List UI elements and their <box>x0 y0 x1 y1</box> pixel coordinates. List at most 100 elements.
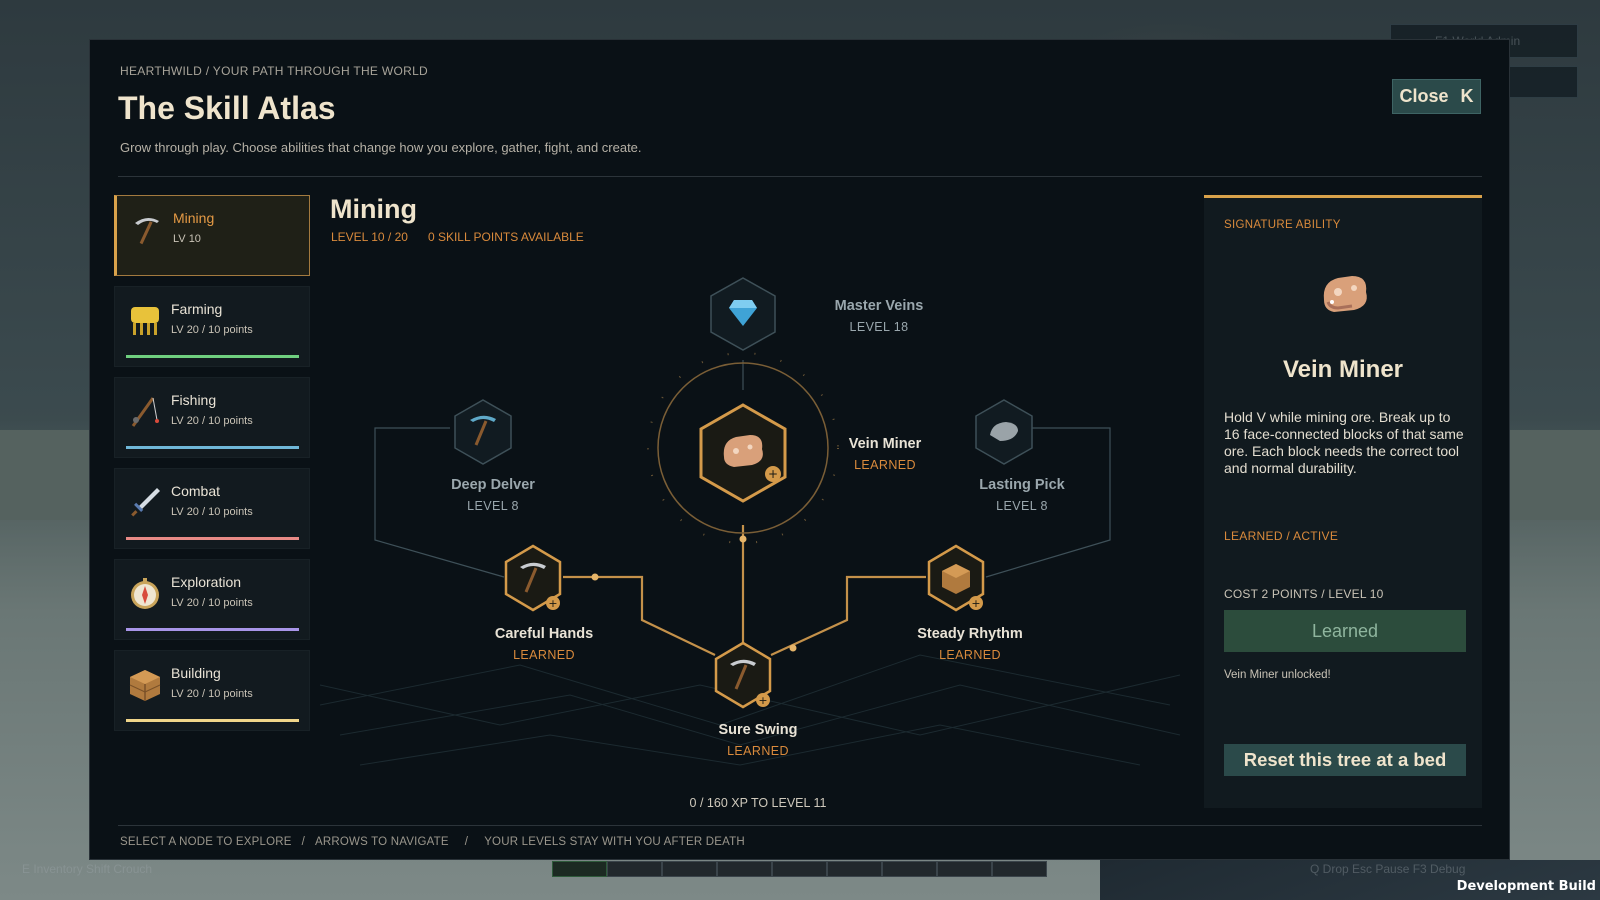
node-label-vein-miner: Vein Miner LEARNED <box>805 436 965 472</box>
skill-progress-bar <box>126 537 299 540</box>
node-lasting-pick[interactable] <box>975 399 1033 465</box>
node-name: Careful Hands <box>494 626 594 642</box>
hint-separator: / <box>301 836 306 848</box>
hotbar-slot[interactable] <box>717 861 772 877</box>
hud-controls-left: E Inventory Shift Crouch <box>22 862 153 876</box>
sidebar-item-exploration[interactable]: Exploration LV 20 / 10 points <box>114 559 310 640</box>
sidebar-item-meta: LV 20 / 10 points <box>171 597 253 609</box>
node-label-deep-delver: Deep Delver LEVEL 8 <box>413 477 573 513</box>
sidebar-item-meta: LV 20 / 10 points <box>171 506 253 518</box>
tree-title: Mining <box>330 194 417 224</box>
skill-sidebar: Mining LV 10 Farming LV 20 / 10 points F… <box>114 195 310 741</box>
hud-controls-right: Q Drop Esc Pause F3 Debug <box>1310 862 1466 876</box>
hint-select: SELECT A NODE TO EXPLORE <box>120 836 292 848</box>
breadcrumb: HEARTHWILD / YOUR PATH THROUGH THE WORLD <box>120 64 429 78</box>
close-button-label: Close <box>1399 86 1449 106</box>
node-deep-delver[interactable] <box>454 399 512 465</box>
page-subtitle: Grow through play. Choose abilities that… <box>120 140 642 155</box>
fishing-rod-icon <box>131 397 159 427</box>
node-status: LEVEL 18 <box>849 320 909 334</box>
xp-progress-text: 0 / 160 XP TO LEVEL 11 <box>689 796 827 810</box>
svg-text:+: + <box>971 597 980 610</box>
skill-tree-graph: + + + + <box>320 277 1181 766</box>
ability-state: LEARNED / ACTIVE <box>1224 529 1339 543</box>
page-title: The Skill Atlas <box>118 90 336 126</box>
sidebar-item-label: Farming <box>171 301 223 317</box>
world-block <box>1510 430 1600 520</box>
node-name: Lasting Pick <box>979 477 1065 493</box>
unlock-message: Vein Miner unlocked! <box>1224 669 1331 681</box>
compass-icon <box>131 578 159 609</box>
node-steady-rhythm[interactable]: + <box>927 544 985 612</box>
skill-progress-bar <box>126 446 299 449</box>
tree-stats: LEVEL 10 / 20 0 SKILL POINTS AVAILABLE <box>331 230 584 244</box>
hint-levels: YOUR LEVELS STAY WITH YOU AFTER DEATH <box>484 836 745 848</box>
ability-cost: COST 2 POINTS / LEVEL 10 <box>1224 587 1384 601</box>
node-name: Vein Miner <box>848 436 922 452</box>
reset-tree-button[interactable]: Reset this tree at a bed <box>1224 744 1466 776</box>
connector-dot <box>789 644 797 652</box>
node-sure-swing[interactable]: + <box>714 641 772 709</box>
footer-hints: SELECT A NODE TO EXPLORE / ARROWS TO NAV… <box>120 836 745 848</box>
node-label-careful-hands: Careful Hands LEARNED <box>464 626 624 662</box>
skill-progress-bar <box>126 355 299 358</box>
node-name: Sure Swing <box>718 722 798 738</box>
divider <box>118 825 1482 826</box>
hotbar-slot[interactable] <box>607 861 662 877</box>
sidebar-item-label: Mining <box>173 210 215 226</box>
node-vein-miner[interactable]: + <box>699 403 787 503</box>
node-status: LEVEL 8 <box>996 499 1048 513</box>
hotbar-slot[interactable] <box>552 861 607 877</box>
sidebar-item-label: Combat <box>171 483 221 499</box>
hotbar-slot[interactable] <box>992 861 1047 877</box>
sidebar-item-label: Fishing <box>171 392 217 408</box>
hotbar-slot[interactable] <box>827 861 882 877</box>
connector-dot <box>591 573 599 581</box>
crate-icon <box>129 670 161 701</box>
tree-points: 0 SKILL POINTS AVAILABLE <box>427 230 584 244</box>
svg-text:+: + <box>548 597 557 610</box>
sidebar-item-meta: LV 20 / 10 points <box>171 324 253 336</box>
node-status: LEARNED <box>939 648 1001 662</box>
node-name: Steady Rhythm <box>917 626 1023 642</box>
sidebar-item-meta: LV 20 / 10 points <box>171 415 253 427</box>
node-name: Deep Delver <box>451 477 535 493</box>
node-careful-hands[interactable]: + <box>504 544 562 612</box>
sidebar-item-combat[interactable]: Combat LV 20 / 10 points <box>114 468 310 549</box>
hotbar-slot[interactable] <box>882 861 937 877</box>
close-button[interactable]: Close K <box>1392 79 1481 114</box>
hotbar-slot[interactable] <box>662 861 717 877</box>
hotbar-slot[interactable] <box>937 861 992 877</box>
sword-icon <box>131 488 160 517</box>
skill-atlas-panel: HEARTHWILD / YOUR PATH THROUGH THE WORLD… <box>89 39 1510 860</box>
node-label-master-veins: Master Veins LEVEL 18 <box>799 298 959 334</box>
pickaxe-icon <box>135 217 159 245</box>
node-status: LEARNED <box>513 648 575 662</box>
hotbar <box>552 861 1047 877</box>
node-master-veins[interactable] <box>710 277 776 351</box>
divider <box>118 176 1482 177</box>
hotbar-slot[interactable] <box>772 861 827 877</box>
sidebar-item-meta: LV 20 / 10 points <box>171 688 253 700</box>
hint-separator: / <box>464 836 469 848</box>
ore-chunk-icon <box>1323 276 1367 312</box>
sidebar-item-mining[interactable]: Mining LV 10 <box>114 195 310 276</box>
ability-description: Hold V while mining ore. Break up to 16 … <box>1224 409 1464 476</box>
skill-progress-bar <box>126 719 299 722</box>
dev-build-label: Development Build <box>1456 879 1596 894</box>
signature-label: SIGNATURE ABILITY <box>1224 219 1341 231</box>
sidebar-item-farming[interactable]: Farming LV 20 / 10 points <box>114 286 310 367</box>
svg-text:+: + <box>768 467 778 481</box>
sidebar-item-label: Exploration <box>171 574 242 590</box>
sidebar-item-fishing[interactable]: Fishing LV 20 / 10 points <box>114 377 310 458</box>
close-key-hint: K <box>1460 86 1474 106</box>
learned-button[interactable]: Learned <box>1224 610 1466 652</box>
ability-title: Vein Miner <box>1282 356 1404 383</box>
node-label-sure-swing: Sure Swing LEARNED <box>678 722 838 758</box>
sidebar-item-building[interactable]: Building LV 20 / 10 points <box>114 650 310 731</box>
ability-detail-panel: SIGNATURE ABILITY Vein Miner Hold V whil… <box>1204 195 1482 808</box>
tree-level: LEVEL 10 / 20 <box>331 230 408 244</box>
node-status: LEARNED <box>854 458 916 472</box>
node-label-steady-rhythm: Steady Rhythm LEARNED <box>890 626 1050 662</box>
world-block <box>0 430 92 520</box>
